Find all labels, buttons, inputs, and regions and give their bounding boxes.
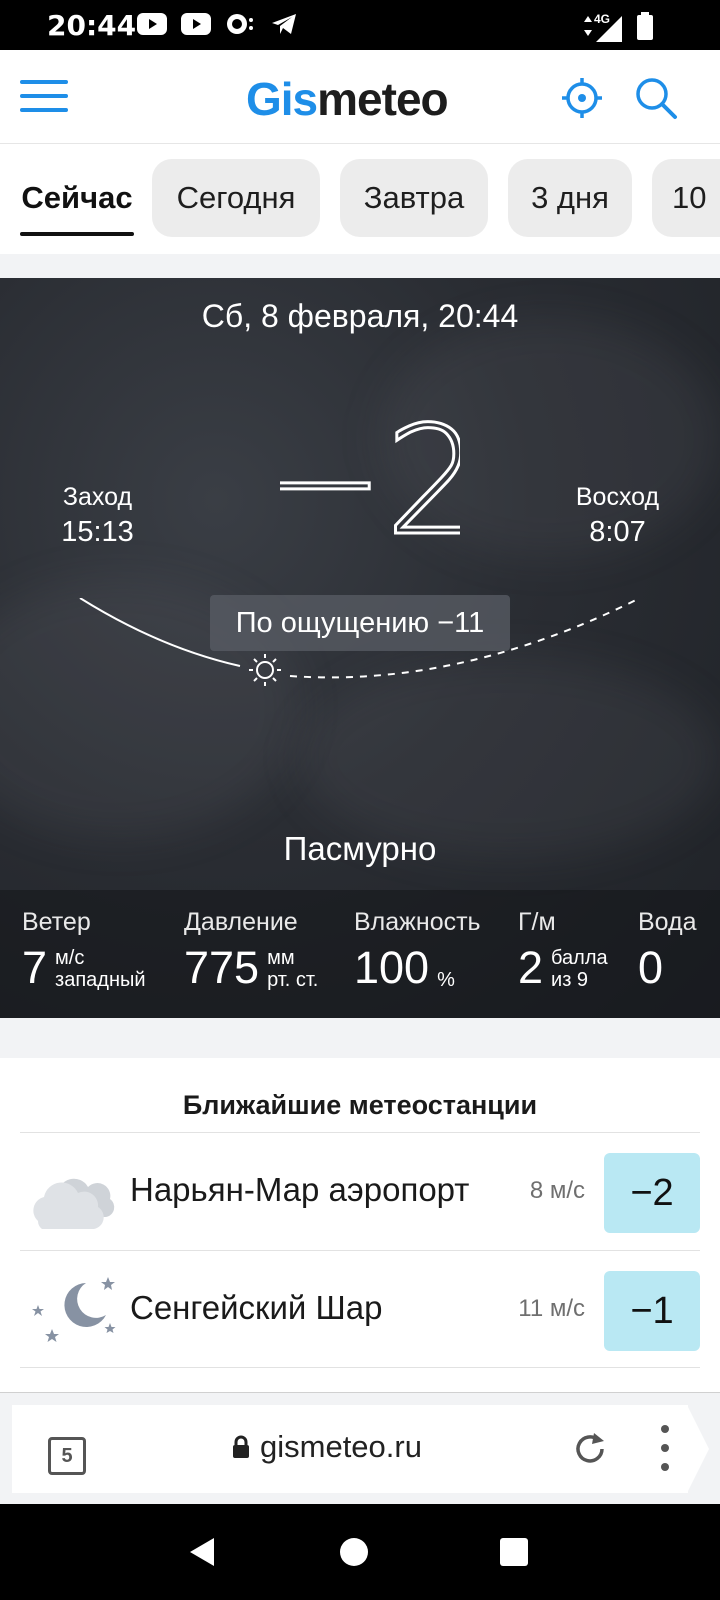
- tab-switcher-button[interactable]: 5: [48, 1437, 86, 1475]
- stat-unit: м/с: [55, 947, 85, 969]
- tab-10-days[interactable]: 10: [652, 159, 720, 237]
- reload-icon[interactable]: [570, 1429, 610, 1469]
- signal-icon: 4G: [582, 12, 622, 42]
- sunrise-label: Восход: [575, 483, 660, 511]
- tab-tomorrow[interactable]: Завтра: [340, 159, 488, 237]
- stat-wind: Ветер 7 м/с западный: [22, 908, 146, 991]
- stat-unit: мм: [267, 947, 295, 969]
- weather-condition: Пасмурно: [283, 830, 437, 867]
- address-bar[interactable]: 5 gismeteo.ru: [12, 1405, 688, 1493]
- sunset-info: Заход 15:13: [40, 483, 155, 549]
- tab-3-days[interactable]: 3 дня: [508, 159, 632, 237]
- site-header: Gismeteo: [0, 50, 720, 144]
- stat-value: 775: [184, 942, 260, 993]
- station-name: Нарьян-Мар аэропорт: [130, 1171, 470, 1208]
- network-type: 4G: [594, 11, 611, 26]
- url-text: gismeteo.ru: [260, 1429, 422, 1464]
- station-temperature: −1: [604, 1271, 700, 1351]
- telegram-icon: [268, 12, 300, 36]
- stat-value: 2: [518, 942, 544, 993]
- address-bar-tail: [687, 1405, 709, 1493]
- station-wind: 11 м/с: [518, 1295, 585, 1322]
- sunset-time: 15:13: [61, 516, 134, 548]
- stat-unit-sub: рт. ст.: [267, 969, 319, 991]
- youtube-icon: [180, 12, 212, 36]
- sun-icon: [249, 654, 281, 686]
- nearby-stations: Ближайшие метеостанции Нарьян-Мар аэропо…: [0, 1058, 720, 1392]
- svg-text:−2: −2: [280, 395, 460, 553]
- sunrise-info: Восход 8:07: [560, 483, 675, 549]
- recents-icon[interactable]: [490, 1528, 538, 1576]
- locate-icon[interactable]: [560, 76, 604, 120]
- stat-label: Вода: [638, 908, 697, 936]
- weather-stats: Ветер 7 м/с западный Давление 775 мм рт.…: [0, 890, 720, 1018]
- gismeteo-logo[interactable]: Gismeteo: [246, 72, 449, 126]
- battery-icon: [636, 12, 654, 45]
- system-icons: 4G: [582, 12, 654, 45]
- tab-today[interactable]: Сегодня: [152, 159, 320, 237]
- station-wind: 8 м/с: [529, 1177, 585, 1204]
- lock-icon: [233, 1435, 249, 1458]
- sunrise-time: 8:07: [589, 516, 646, 548]
- home-icon[interactable]: [330, 1528, 378, 1576]
- more-options-icon[interactable]: [660, 1425, 670, 1471]
- back-icon[interactable]: [178, 1528, 226, 1576]
- tab-now[interactable]: Сейчас: [10, 159, 144, 237]
- status-bar: 20:44 4G: [0, 0, 720, 50]
- station-row[interactable]: Нарьян-Мар аэропорт 8 м/с −2: [20, 1132, 700, 1250]
- stat-label: Влажность: [354, 908, 481, 936]
- station-row[interactable]: Сенгейский Шар 11 м/с −1: [20, 1250, 700, 1368]
- current-temperature: −2: [280, 394, 460, 554]
- search-icon[interactable]: [634, 76, 678, 120]
- stat-water: Вода 0: [638, 908, 697, 991]
- station-name: Сенгейский Шар: [130, 1289, 383, 1326]
- current-weather-panel: Сб, 8 февраля, 20:44 Заход 15:13 −2 Восх…: [0, 278, 720, 1018]
- stat-value: 0: [638, 942, 664, 993]
- stat-pressure: Давление 775 мм рт. ст.: [184, 908, 318, 991]
- stat-value: 7: [22, 942, 48, 993]
- screen: 20:44 4G Gismeteo Сейчас Сегодня Завтра …: [0, 0, 720, 1600]
- sunset-label: Заход: [62, 483, 133, 511]
- night-clear-icon: [28, 1273, 116, 1349]
- stat-label: Г/м: [518, 908, 556, 936]
- logo-meteo: meteo: [317, 73, 448, 125]
- current-date: Сб, 8 февраля, 20:44: [201, 298, 519, 334]
- stat-geomagnetic: Г/м 2 балла из 9: [518, 908, 608, 991]
- stat-humidity: Влажность 100 %: [354, 908, 481, 991]
- feels-like: По ощущению −11: [210, 595, 510, 651]
- stations-title: Ближайшие метеостанции: [182, 1090, 538, 1120]
- logo-gis: Gis: [246, 73, 318, 125]
- stat-unit-sub: западный: [55, 969, 146, 991]
- notification-icons: [136, 12, 300, 36]
- stat-unit: балла: [551, 947, 608, 969]
- cloudy-icon: [28, 1155, 116, 1231]
- station-temperature: −2: [604, 1153, 700, 1233]
- stat-label: Давление: [184, 908, 298, 936]
- forecast-tabs: Сейчас Сегодня Завтра 3 дня 10: [0, 144, 720, 254]
- stat-label: Ветер: [22, 908, 91, 936]
- active-tab-underline: [20, 232, 134, 236]
- url-display[interactable]: gismeteo.ru: [232, 1429, 422, 1465]
- stat-unit-sub: из 9: [551, 969, 589, 991]
- stat-value: 100: [354, 942, 430, 993]
- stat-unit-sub: %: [437, 969, 455, 991]
- browser-toolbar: 5 gismeteo.ru: [0, 1392, 720, 1504]
- hamburger-menu-icon[interactable]: [20, 80, 68, 114]
- messenger-icon: [224, 12, 256, 36]
- system-navigation-bar: [0, 1504, 720, 1600]
- status-time: 20:44: [47, 9, 137, 42]
- youtube-icon: [136, 12, 168, 36]
